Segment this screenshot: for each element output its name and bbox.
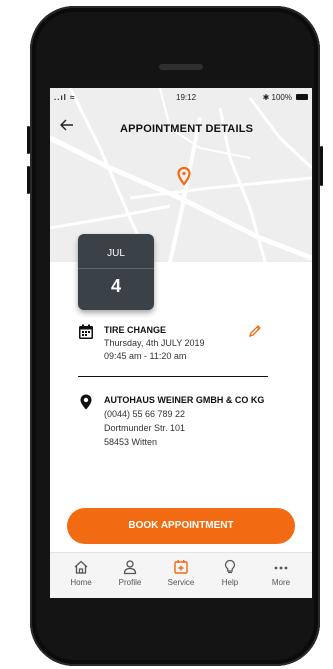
date-day: 4: [110, 276, 121, 296]
nav-label-profile: Profile: [118, 578, 142, 587]
appointment-time: 09:45 am - 11:20 am: [104, 351, 187, 361]
profile-icon: [123, 560, 137, 575]
nav-item-service[interactable]: Service: [157, 559, 205, 587]
location-pin-icon: [80, 394, 92, 410]
appointment-section: TIRE CHANGE Thursday, 4th JULY 2019 09:4…: [78, 324, 298, 368]
nav-label-home: Home: [70, 578, 92, 587]
status-bar: ..ıl ≈ 19:12 ✱ 100%: [50, 88, 312, 106]
calendar-icon: [79, 324, 93, 339]
home-icon: [74, 560, 88, 574]
pencil-icon[interactable]: [248, 324, 262, 338]
nav-item-help[interactable]: Help: [206, 559, 254, 587]
back-button[interactable]: [60, 118, 74, 136]
nav-item-profile[interactable]: Profile: [106, 559, 154, 587]
phone-volume-up: [27, 126, 30, 154]
dealer-phone[interactable]: (0044) 55 66 789 22: [104, 409, 185, 419]
dealer-city: 58453 Witten: [104, 437, 158, 447]
dealer-street: Dortmunder Str. 101: [104, 423, 186, 433]
bottom-nav: Home Profile Service Help More: [50, 552, 312, 598]
section-divider: [78, 376, 268, 377]
service-icon: [174, 560, 188, 574]
nav-label-more: More: [271, 578, 291, 587]
battery-label: ✱ 100%: [262, 93, 292, 102]
appointment-date: Thursday, 4th JULY 2019: [104, 338, 205, 348]
status-time: 19:12: [176, 93, 197, 102]
arrow-left-icon: [60, 119, 73, 131]
map-pin-icon[interactable]: [177, 167, 191, 187]
date-month: JUL: [107, 248, 125, 259]
phone-speaker: [159, 64, 203, 70]
nav-label-service: Service: [167, 578, 195, 587]
nav-label-help: Help: [221, 578, 239, 587]
date-card: JUL 4: [78, 234, 154, 310]
app-screen: ..ıl ≈ 19:12 ✱ 100% APPOINTMENT DETAILS …: [50, 88, 312, 598]
nav-item-home[interactable]: Home: [57, 559, 105, 587]
service-title: TIRE CHANGE: [104, 325, 167, 335]
phone-power-button: [320, 146, 323, 186]
book-appointment-button[interactable]: BOOK APPOINTMENT: [67, 508, 295, 544]
page-title: APPOINTMENT DETAILS: [120, 123, 254, 135]
nav-item-more[interactable]: More: [257, 559, 305, 587]
dealer-name: AUTOHAUS WEINER GMBH & CO KG: [104, 395, 265, 405]
battery-icon: [296, 94, 308, 100]
help-icon: [224, 559, 236, 574]
dealer-section: AUTOHAUS WEINER GMBH & CO KG (0044) 55 6…: [78, 394, 298, 454]
phone-volume-down: [27, 166, 30, 194]
more-icon: [274, 566, 288, 570]
date-divider: [78, 268, 154, 269]
signal-indicator: ..ıl ≈: [54, 93, 76, 102]
